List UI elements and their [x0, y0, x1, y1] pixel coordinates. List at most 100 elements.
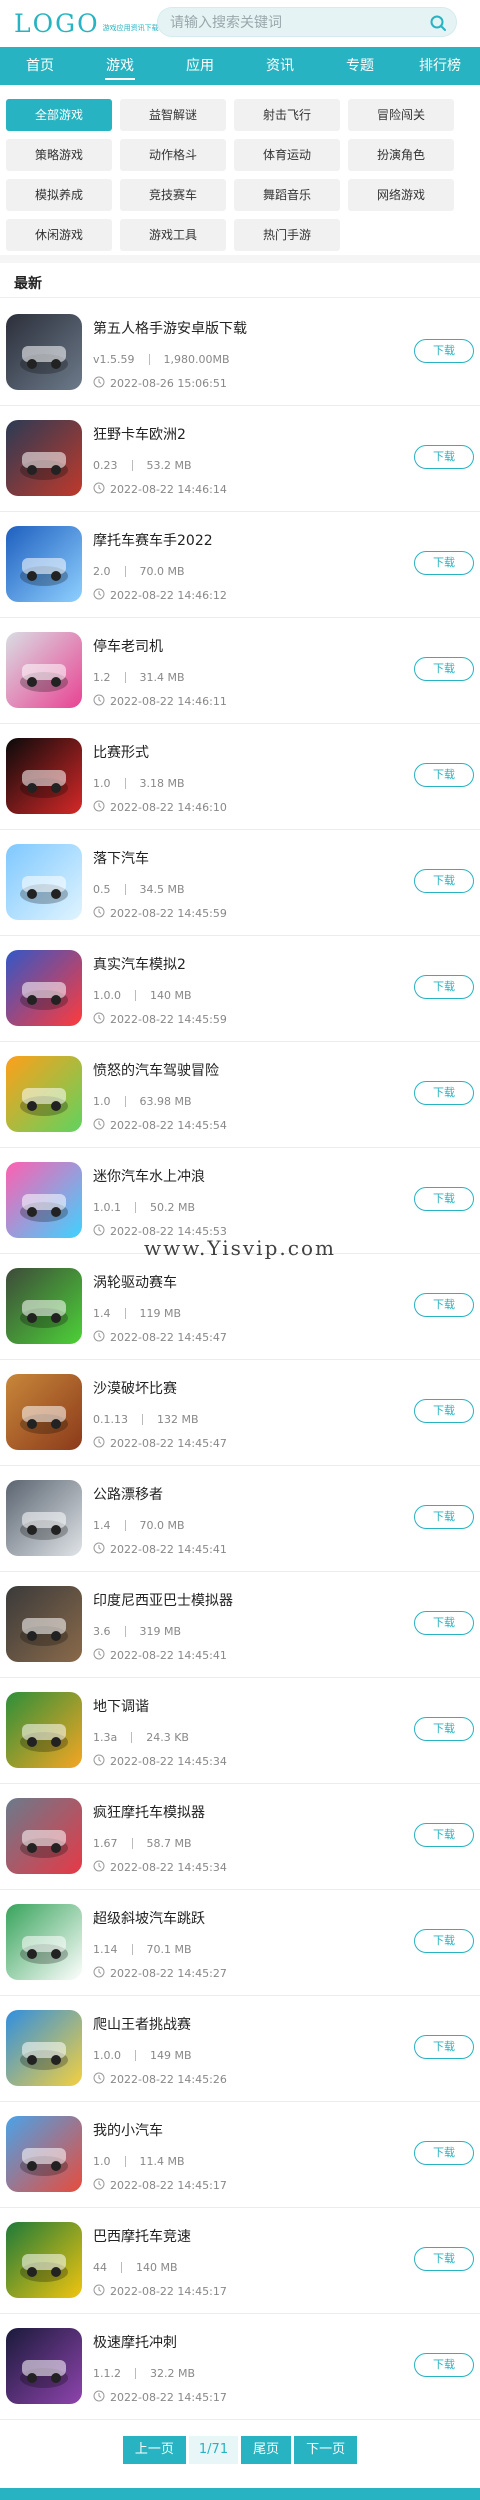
prev-page-button[interactable]: 上一页: [122, 2436, 186, 2464]
category-tab[interactable]: 网络游戏: [348, 179, 454, 211]
app-name[interactable]: 涡轮驱动赛车: [93, 1272, 177, 1292]
category-tab[interactable]: 热门手游: [234, 219, 340, 251]
app-name[interactable]: 公路漂移者: [93, 1484, 163, 1504]
download-button[interactable]: 下载: [414, 1611, 474, 1635]
category-tab[interactable]: 射击飞行: [234, 99, 340, 131]
app-name[interactable]: 第五人格手游安卓版下载: [93, 318, 247, 338]
blue-racecar-icon[interactable]: [6, 950, 82, 1026]
list-item[interactable]: 印度尼西亚巴士模拟器 3.6 319 MB 2022-08-22 14:45:41 下载: [0, 1572, 480, 1678]
motorbike-racer-icon[interactable]: [6, 526, 82, 602]
download-button[interactable]: 下载: [414, 763, 474, 787]
app-name[interactable]: 巴西摩托车竞速: [93, 2226, 191, 2246]
list-item[interactable]: 第五人格手游安卓版下载 v1.5.59 1,980.00MB 2022-08-26 1…: [0, 300, 480, 406]
download-button[interactable]: 下载: [414, 869, 474, 893]
app-name[interactable]: 迷你汽车水上冲浪: [93, 1166, 205, 1186]
list-item[interactable]: 我的小汽车 1.0 11.4 MB 2022-08-22 14:45:17 下载: [0, 2102, 480, 2208]
list-item[interactable]: 迷你汽车水上冲浪 1.0.1 50.2 MB 2022-08-22 14:45:53 下…: [0, 1148, 480, 1254]
list-item[interactable]: 真实汽车模拟2 1.0.0 140 MB 2022-08-22 14:45:59 下载: [0, 936, 480, 1042]
category-tab[interactable]: 体育运动: [234, 139, 340, 171]
ramp-car-jump-icon[interactable]: [6, 1904, 82, 1980]
next-page-button[interactable]: 下一页: [294, 2436, 358, 2464]
tuned-car-icon[interactable]: [6, 1692, 82, 1768]
nav-item[interactable]: 排行榜: [400, 47, 480, 85]
app-name[interactable]: 沙漠破坏比赛: [93, 1378, 177, 1398]
app-name[interactable]: 愤怒的汽车驾驶冒险: [93, 1060, 219, 1080]
app-name[interactable]: 疯狂摩托车模拟器: [93, 1802, 205, 1822]
app-name[interactable]: 极速摩托冲刺: [93, 2332, 177, 2352]
category-tab[interactable]: 策略游戏: [6, 139, 112, 171]
download-button[interactable]: 下载: [414, 2035, 474, 2059]
list-item[interactable]: 沙漠破坏比赛 0.1.13 132 MB 2022-08-22 14:45:47 下载: [0, 1360, 480, 1466]
brazil-motorbike-icon[interactable]: [6, 2222, 82, 2298]
category-tab[interactable]: 游戏工具: [120, 219, 226, 251]
angry-car-icon[interactable]: [6, 1056, 82, 1132]
app-name[interactable]: 狂野卡车欧洲2: [93, 424, 186, 444]
nav-item[interactable]: 游戏: [80, 47, 160, 85]
category-tab[interactable]: 休闲游戏: [6, 219, 112, 251]
app-name[interactable]: 超级斜坡汽车跳跃: [93, 1908, 205, 1928]
list-item[interactable]: 摩托车赛车手2022 2.0 70.0 MB 2022-08-22 14:46:12 下…: [0, 512, 480, 618]
falling-car-icon[interactable]: [6, 844, 82, 920]
crazy-motorbike-icon[interactable]: [6, 1798, 82, 1874]
category-tab[interactable]: 模拟养成: [6, 179, 112, 211]
download-button[interactable]: 下载: [414, 339, 474, 363]
download-button[interactable]: 下载: [414, 2247, 474, 2271]
category-tab[interactable]: 舞蹈音乐: [234, 179, 340, 211]
download-button[interactable]: 下载: [414, 1187, 474, 1211]
category-tab[interactable]: 冒险闯关: [348, 99, 454, 131]
category-tab[interactable]: 益智解谜: [120, 99, 226, 131]
app-name[interactable]: 我的小汽车: [93, 2120, 163, 2140]
green-sports-car-icon[interactable]: [6, 1268, 82, 1344]
list-item[interactable]: 狂野卡车欧洲2 0.23 53.2 MB 2022-08-22 14:46:14 下载: [0, 406, 480, 512]
water-surf-car-icon[interactable]: [6, 1162, 82, 1238]
download-button[interactable]: 下载: [414, 551, 474, 575]
app-name[interactable]: 地下调谐: [93, 1696, 149, 1716]
search-icon[interactable]: [428, 13, 448, 33]
nav-item[interactable]: 资讯: [240, 47, 320, 85]
app-name[interactable]: 爬山王者挑战赛: [93, 2014, 191, 2034]
download-button[interactable]: 下载: [414, 2353, 474, 2377]
download-button[interactable]: 下载: [414, 1293, 474, 1317]
desert-car-icon[interactable]: [6, 1374, 82, 1450]
download-button[interactable]: 下载: [414, 975, 474, 999]
list-item[interactable]: 巴西摩托车竞速 44 140 MB 2022-08-22 14:45:17 下载: [0, 2208, 480, 2314]
horror-character-icon[interactable]: [6, 314, 82, 390]
nav-item[interactable]: 应用: [160, 47, 240, 85]
download-button[interactable]: 下载: [414, 1929, 474, 1953]
list-item[interactable]: 极速摩托冲刺 1.1.2 32.2 MB 2022-08-22 14:45:17 下载: [0, 2314, 480, 2420]
category-tab[interactable]: 动作格斗: [120, 139, 226, 171]
list-item[interactable]: 愤怒的汽车驾驶冒险 1.0 63.98 MB 2022-08-22 14:45:54 下…: [0, 1042, 480, 1148]
list-item[interactable]: 比赛形式 1.0 3.18 MB 2022-08-22 14:46:10 下载: [0, 724, 480, 830]
highway-drift-icon[interactable]: [6, 1480, 82, 1556]
app-name[interactable]: 停车老司机: [93, 636, 163, 656]
download-button[interactable]: 下载: [414, 657, 474, 681]
nav-item[interactable]: 专题: [320, 47, 400, 85]
nav-item[interactable]: 首页: [0, 47, 80, 85]
list-item[interactable]: 疯狂摩托车模拟器 1.67 58.7 MB 2022-08-22 14:45:34 下载: [0, 1784, 480, 1890]
download-button[interactable]: 下载: [414, 445, 474, 469]
list-item[interactable]: 涡轮驱动赛车 1.4 119 MB 2022-08-22 14:45:47 下载: [0, 1254, 480, 1360]
category-tab[interactable]: 竞技赛车: [120, 179, 226, 211]
list-item[interactable]: 爬山王者挑战赛 1.0.0 149 MB 2022-08-22 14:45:26 下载: [0, 1996, 480, 2102]
hill-climb-car-icon[interactable]: [6, 2010, 82, 2086]
pink-car-icon[interactable]: [6, 632, 82, 708]
truck-icon[interactable]: [6, 420, 82, 496]
logo[interactable]: LOGO 游戏应用资讯下载: [14, 8, 159, 38]
app-name[interactable]: 落下汽车: [93, 848, 149, 868]
app-name[interactable]: 真实汽车模拟2: [93, 954, 186, 974]
category-tab[interactable]: 全部游戏: [6, 99, 112, 131]
purple-motorbike-icon[interactable]: [6, 2328, 82, 2404]
download-button[interactable]: 下载: [414, 1823, 474, 1847]
category-tab[interactable]: 扮演角色: [348, 139, 454, 171]
bus-steering-wheel-icon[interactable]: [6, 1586, 82, 1662]
list-item[interactable]: 地下调谐 1.3a 24.3 KB 2022-08-22 14:45:34 下载: [0, 1678, 480, 1784]
download-button[interactable]: 下载: [414, 1717, 474, 1741]
small-red-car-icon[interactable]: [6, 2116, 82, 2192]
download-button[interactable]: 下载: [414, 2141, 474, 2165]
download-button[interactable]: 下载: [414, 1505, 474, 1529]
download-button[interactable]: 下载: [414, 1081, 474, 1105]
last-page-button[interactable]: 尾页: [241, 2436, 292, 2464]
app-name[interactable]: 比赛形式: [93, 742, 149, 762]
list-item[interactable]: 落下汽车 0.5 34.5 MB 2022-08-22 14:45:59 下载: [0, 830, 480, 936]
app-name[interactable]: 印度尼西亚巴士模拟器: [93, 1590, 233, 1610]
